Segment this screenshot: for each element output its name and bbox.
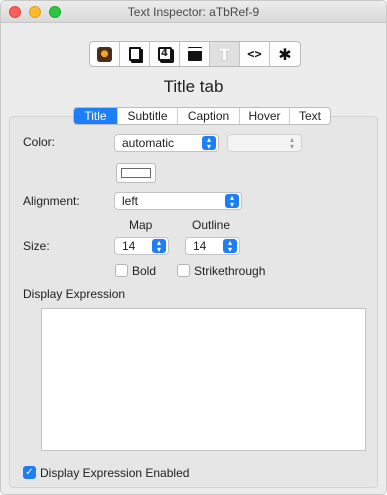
strikethrough-label: Strikethrough: [194, 264, 266, 278]
map-size-value: 14: [122, 239, 136, 253]
tab-text[interactable]: Text: [290, 108, 330, 124]
alignment-label: Alignment:: [23, 194, 80, 208]
pane-title: Title tab: [163, 77, 224, 96]
color-label: Color:: [23, 135, 56, 149]
chevron-updown-icon: ▴ ▾: [225, 194, 239, 209]
app-icon: [97, 46, 112, 62]
inspector-toolbar: 4 T <> ✱: [89, 41, 301, 67]
bold-checkbox[interactable]: [115, 264, 128, 277]
outline-column-label: Outline: [192, 218, 231, 232]
color-popup-value: automatic: [122, 136, 175, 150]
window-title: Text Inspector: aTbRef-9: [127, 5, 260, 19]
map-column-label: Map: [129, 218, 153, 232]
outline-size-popup[interactable]: 14 ▴ ▾: [185, 237, 240, 255]
code-icon: <>: [247, 47, 262, 61]
toolbar-shape-button[interactable]: [180, 42, 210, 66]
tab-segmented-control: Title Subtitle Caption Hover Text: [73, 107, 331, 125]
toolbar-four-button[interactable]: 4: [150, 42, 180, 66]
gear-icon: ✱: [278, 44, 292, 64]
display-expression-field[interactable]: [41, 308, 366, 451]
size-label: Size:: [23, 239, 50, 253]
expression-enabled-checkbox[interactable]: ✓: [23, 466, 36, 479]
note-icon: [128, 47, 141, 61]
checkmark-icon: ✓: [25, 467, 34, 478]
chevron-updown-icon: ▴ ▾: [152, 239, 166, 254]
tab-subtitle[interactable]: Subtitle: [118, 108, 178, 124]
chevron-updown-icon: ▴ ▾: [223, 239, 237, 254]
color-swatch-button[interactable]: [116, 163, 156, 183]
color-popup[interactable]: automatic ▴ ▾: [114, 134, 219, 152]
title-bar: Text Inspector: aTbRef-9: [1, 1, 386, 23]
inspector-window: Text Inspector: aTbRef-9 4 T <> ✱ Title …: [0, 0, 387, 495]
strikethrough-checkbox[interactable]: [177, 264, 190, 277]
tab-caption[interactable]: Caption: [178, 108, 240, 124]
display-expression-label: Display Expression: [23, 287, 126, 301]
four-icon: 4: [157, 47, 172, 61]
toolbar-gear-button[interactable]: ✱: [270, 42, 300, 66]
minimize-button[interactable]: [29, 6, 41, 18]
bold-label: Bold: [132, 264, 157, 278]
alignment-popup-value: left: [122, 194, 139, 208]
chevron-updown-icon: ▴ ▾: [289, 135, 294, 151]
close-button[interactable]: [9, 6, 21, 18]
alignment-popup[interactable]: left ▴ ▾: [114, 192, 242, 210]
toolbar-note-button[interactable]: [120, 42, 150, 66]
map-size-popup[interactable]: 14 ▴ ▾: [114, 237, 169, 255]
color-secondary-popup: ▴ ▾: [227, 134, 302, 152]
shape-icon: [187, 47, 202, 61]
expression-enabled-label: Display Expression Enabled: [40, 466, 190, 480]
zoom-button[interactable]: [49, 6, 61, 18]
toolbar-text-button[interactable]: T: [210, 42, 240, 66]
text-icon: T: [219, 44, 230, 64]
tab-hover[interactable]: Hover: [240, 108, 290, 124]
toolbar-app-button[interactable]: [90, 42, 120, 66]
tab-title[interactable]: Title: [74, 108, 118, 124]
outline-size-value: 14: [193, 239, 207, 253]
toolbar-code-button[interactable]: <>: [240, 42, 270, 66]
chevron-updown-icon: ▴ ▾: [202, 136, 216, 151]
